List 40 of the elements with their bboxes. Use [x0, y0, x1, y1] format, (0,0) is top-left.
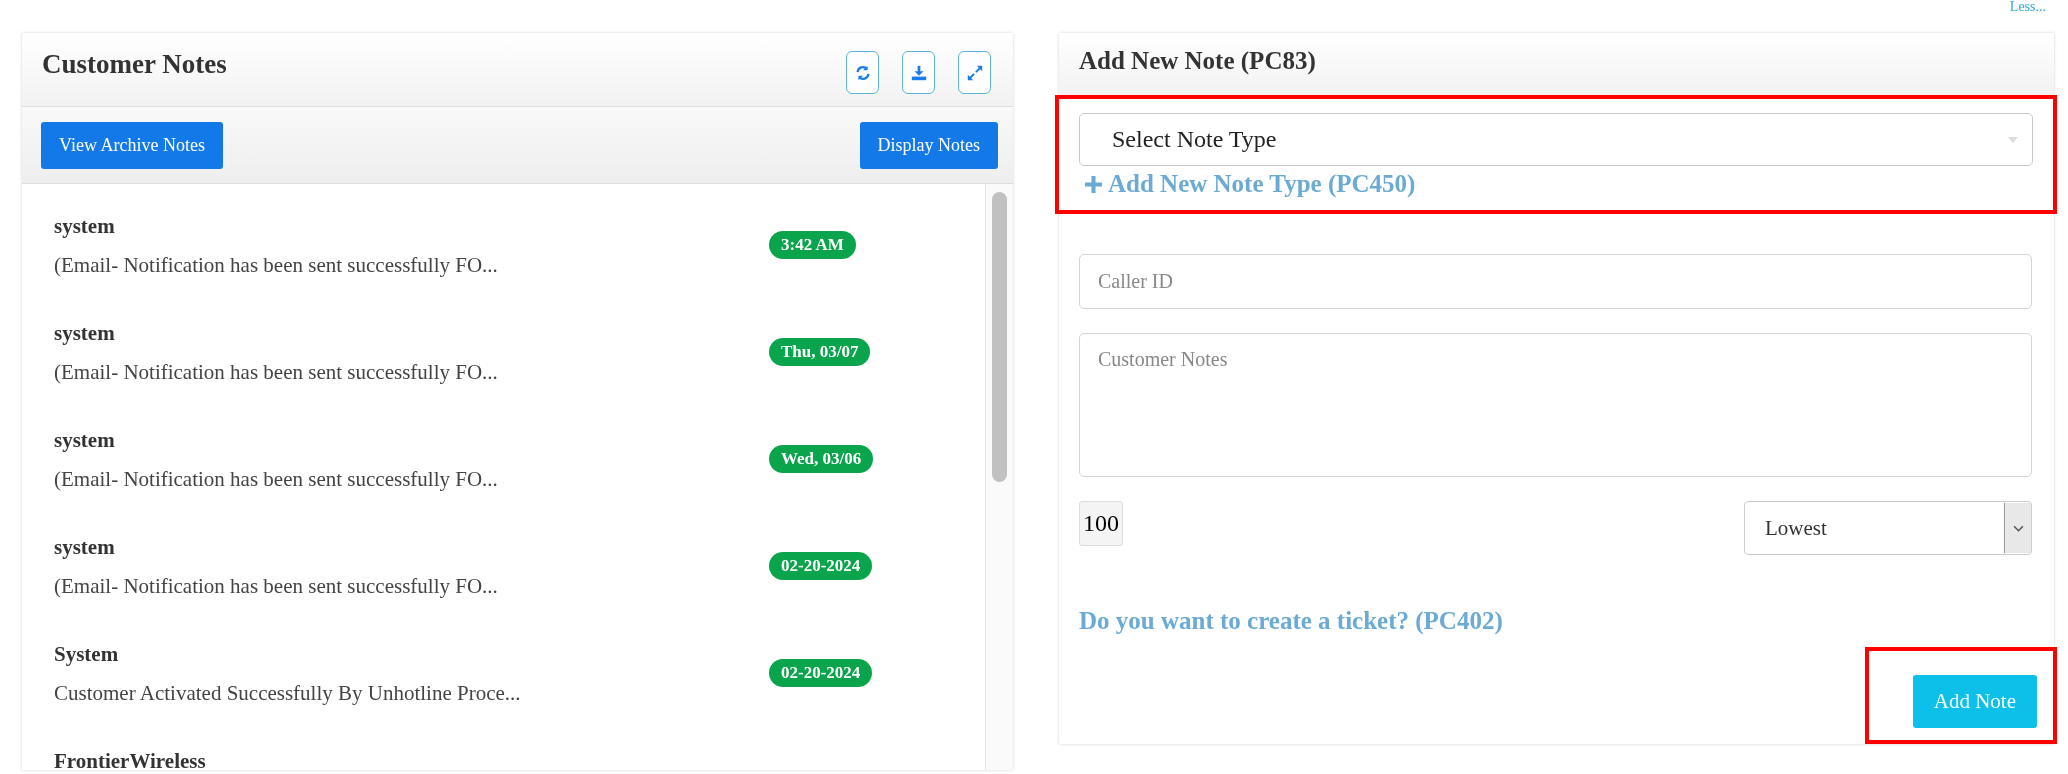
note-type-select[interactable]: Select Note Type: [1079, 113, 2033, 166]
priority-select[interactable]: Lowest: [1744, 501, 2032, 555]
note-author: system: [54, 428, 116, 453]
download-icon: [909, 63, 928, 82]
time-badge: 02-20-2024: [769, 552, 873, 580]
note-text: (Email- Notification has been sent successfully FO...: [54, 253, 499, 278]
note-author: system: [54, 535, 116, 560]
time-badge: Thu, 03/07: [769, 338, 871, 366]
dropdown-arrow-icon: [2008, 136, 2018, 143]
note-text: (Email- Notification has been sent successfully FO...: [54, 574, 499, 599]
note-author: System: [54, 642, 120, 667]
note-item[interactable]: system (Email- Notification has been sent successfully FO... 02-20-2024: [22, 505, 985, 612]
note-item[interactable]: system (Email- Notification has been sent successfully FO... Thu, 03/07: [22, 291, 985, 398]
expand-icon: [965, 63, 984, 82]
time-badge: 3:42 AM: [769, 231, 856, 259]
note-item[interactable]: system (Email- Notification has been sent successfully FO... 3:42 AM: [22, 184, 985, 291]
note-item[interactable]: system (Email- Notification has been sent successfully FO... Wed, 03/06: [22, 398, 985, 505]
download-button[interactable]: [902, 51, 935, 94]
panel-title: Customer Notes: [42, 49, 227, 80]
notes-field[interactable]: Customer Notes: [1079, 333, 2032, 477]
note-author: FrontierWireless: [54, 749, 207, 770]
panel-title: Add New Note (PC83): [1079, 47, 1316, 75]
note-text: Customer Activated Successfully By Unhotline Proce...: [54, 681, 522, 706]
chevron-down-icon: [2012, 524, 2024, 532]
plus-icon: [1085, 175, 1102, 193]
expand-button[interactable]: [958, 51, 991, 94]
refresh-button[interactable]: [846, 51, 879, 94]
note-text: (Email- Notification has been sent successfully FO...: [54, 467, 499, 492]
scrollbar[interactable]: [985, 184, 1013, 770]
note-author: system: [54, 321, 116, 346]
note-text: (Email- Notification has been sent successfully FO...: [54, 360, 499, 385]
display-notes-button[interactable]: Display Notes: [859, 121, 998, 169]
caller-id-field[interactable]: Caller ID: [1079, 254, 2032, 309]
time-badge: Wed, 03/06: [769, 445, 874, 473]
char-count: 100: [1079, 501, 1123, 546]
note-item[interactable]: FrontierWireless: [22, 719, 985, 770]
note-author: system: [54, 214, 116, 239]
time-badge: 02-20-2024: [769, 659, 873, 687]
view-archive-button[interactable]: View Archive Notes: [41, 121, 223, 169]
note-item[interactable]: System Customer Activated Successfully By Unhotline Proce... 02-20-2024: [22, 612, 985, 719]
